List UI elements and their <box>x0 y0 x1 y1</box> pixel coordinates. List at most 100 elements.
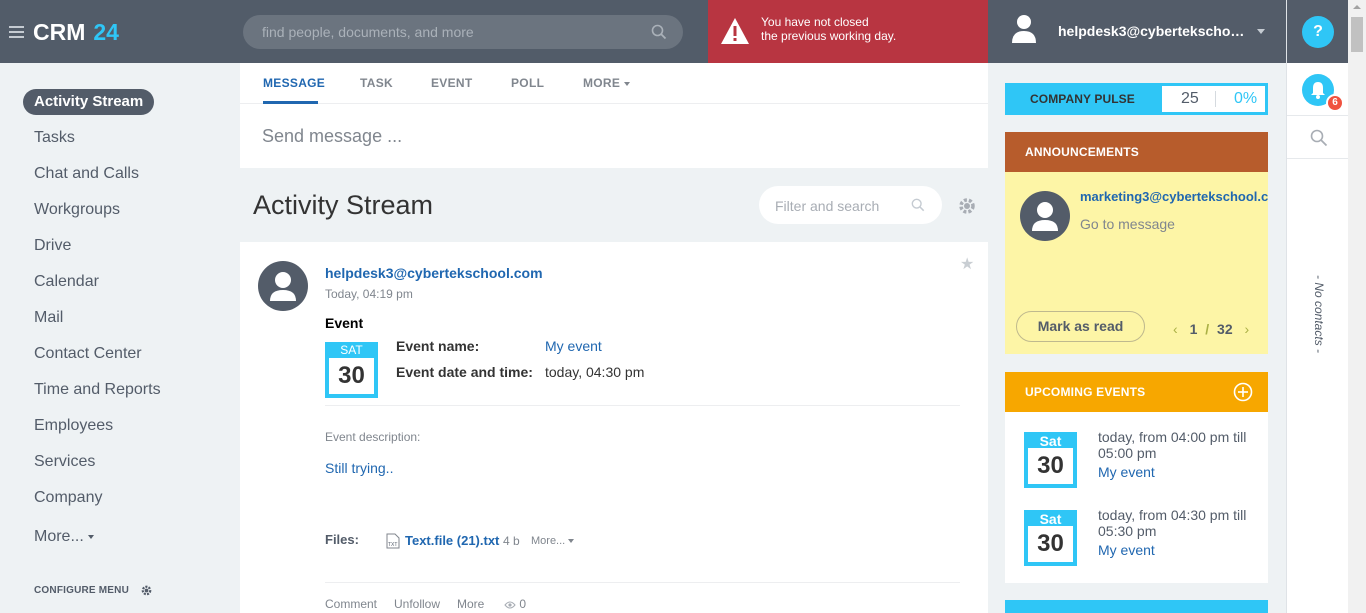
pager-total: 32 <box>1217 321 1233 337</box>
configure-menu-button[interactable]: CONFIGURE MENU <box>34 584 153 597</box>
event-link[interactable]: My event <box>1098 542 1155 558</box>
calendar-date: 30 <box>329 358 374 394</box>
chevron-left-icon[interactable]: ‹ <box>1173 321 1178 337</box>
star-icon[interactable]: ★ <box>960 254 974 274</box>
pulse-count: 25 <box>1181 90 1199 107</box>
nav-item-time-and-reports[interactable]: Time and Reports <box>34 381 161 399</box>
nav-item-calendar[interactable]: Calendar <box>34 273 99 291</box>
pulse-percent: 0% <box>1234 90 1258 107</box>
calendar-date: 30 <box>1028 526 1073 562</box>
page-scrollbar[interactable] <box>1348 0 1366 613</box>
announcement-pager: ‹ 1 / 32 › <box>1173 321 1249 337</box>
event-time: today, from 04:00 pm till 05:00 pm <box>1098 429 1247 461</box>
event-name-label: Event name: <box>396 338 480 354</box>
filter-placeholder: Filter and search <box>775 198 880 214</box>
unfollow-button[interactable]: Unfollow <box>394 597 440 611</box>
nav-item-contact-center[interactable]: Contact Center <box>34 345 142 363</box>
post-composer: MESSAGE TASK EVENT POLL MORE Send messag… <box>240 63 988 168</box>
global-search-input[interactable]: find people, documents, and more <box>243 15 683 49</box>
event-link[interactable]: My event <box>1098 464 1155 480</box>
divider <box>1287 115 1349 116</box>
avatar[interactable] <box>258 261 308 311</box>
event-calendar-icon: Sat 30 <box>1024 510 1077 566</box>
filter-search-input[interactable]: Filter and search <box>759 186 942 224</box>
search-placeholder: find people, documents, and more <box>262 24 474 40</box>
event-description-label: Event description: <box>325 430 421 444</box>
views-counter: 0 <box>504 597 526 611</box>
tab-event[interactable]: EVENT <box>431 76 473 90</box>
mark-as-read-button[interactable]: Mark as read <box>1016 311 1145 342</box>
logo[interactable]: CRM 24 <box>33 19 119 46</box>
announcements-header: ANNOUNCEMENTS <box>1005 132 1268 172</box>
left-navigation: Activity Stream Tasks Chat and Calls Wor… <box>0 63 240 613</box>
go-to-message-link[interactable]: Go to message <box>1080 216 1175 232</box>
event-calendar-icon: SAT 30 <box>325 342 378 398</box>
company-pulse-widget[interactable]: COMPANY PULSE 25 0% <box>1005 83 1268 115</box>
event-name-link[interactable]: My event <box>545 338 602 354</box>
chevron-down-icon <box>568 539 575 544</box>
nav-item-employees[interactable]: Employees <box>34 417 113 435</box>
pager-separator: / <box>1205 321 1210 337</box>
search-icon[interactable] <box>911 198 925 212</box>
nav-item-chat-and-calls[interactable]: Chat and Calls <box>34 165 139 183</box>
warning-text-line2: the previous working day. <box>761 29 897 43</box>
add-event-icon[interactable] <box>1233 382 1253 402</box>
avatar[interactable] <box>1020 191 1070 241</box>
bell-icon <box>1311 82 1325 99</box>
nav-item-tasks[interactable]: Tasks <box>34 129 75 147</box>
nav-item-workgroups[interactable]: Workgroups <box>34 201 120 219</box>
send-message-input[interactable]: Send message ... <box>262 126 402 147</box>
menu-icon[interactable] <box>9 26 24 38</box>
tab-poll[interactable]: POLL <box>511 76 544 90</box>
user-avatar-icon <box>1032 202 1058 231</box>
files-label: Files: <box>325 532 359 547</box>
post-author-link[interactable]: helpdesk3@cybertekschool.com <box>325 265 543 281</box>
tab-task[interactable]: TASK <box>360 76 393 90</box>
user-name: helpdesk3@cybertekschool.com <box>1058 23 1246 39</box>
nav-item-company[interactable]: Company <box>34 489 102 507</box>
chevron-right-icon[interactable]: › <box>1245 321 1250 337</box>
event-date-label: Event date and time: <box>396 364 533 380</box>
text-file-icon: TXT <box>386 533 400 549</box>
file-more-button[interactable]: More... <box>531 535 575 547</box>
chevron-down-icon <box>87 534 94 539</box>
notification-count-badge: 6 <box>1326 94 1344 112</box>
workday-warning[interactable]: You have not closed the previous working… <box>708 0 988 63</box>
gear-icon[interactable] <box>957 196 977 216</box>
chevron-down-icon[interactable] <box>1257 29 1265 34</box>
company-pulse-values: 25 0% <box>1162 86 1265 112</box>
company-pulse-label: COMPANY PULSE <box>1030 92 1135 106</box>
tab-more[interactable]: MORE <box>583 76 631 90</box>
warning-text-line1: You have not closed <box>761 15 869 29</box>
user-avatar-icon <box>1012 15 1036 43</box>
scrollbar-thumb[interactable] <box>1351 17 1363 52</box>
search-icon[interactable] <box>1310 129 1328 147</box>
post-timestamp[interactable]: Today, 04:19 pm <box>325 287 413 301</box>
activity-post: helpdesk3@cybertekschool.com Today, 04:1… <box>240 242 988 613</box>
file-link[interactable]: Text.file (21).txt <box>405 533 499 548</box>
help-button[interactable]: ? <box>1302 16 1334 48</box>
calendar-day: Sat <box>1039 433 1062 449</box>
svg-text:TXT: TXT <box>388 542 397 548</box>
search-icon[interactable] <box>651 24 667 40</box>
next-widget-header <box>1005 600 1268 613</box>
event-date-value: today, 04:30 pm <box>545 364 645 380</box>
nav-item-activity-stream[interactable]: Activity Stream <box>23 89 155 115</box>
nav-item-more[interactable]: More... <box>34 528 94 546</box>
no-contacts-label: - No contacts - <box>1312 275 1326 354</box>
nav-item-drive[interactable]: Drive <box>34 237 71 255</box>
scroll-up-arrow-icon[interactable] <box>1353 5 1361 9</box>
file-size: 4 b <box>503 534 520 548</box>
right-sidebar-top: ? <box>1287 0 1349 63</box>
user-menu[interactable]: helpdesk3@cybertekschool.com <box>988 0 1286 63</box>
divider <box>1215 91 1216 107</box>
nav-item-services[interactable]: Services <box>34 453 95 471</box>
notifications-button[interactable]: 6 <box>1302 74 1344 112</box>
right-sidebar: ? 6 - No contacts - <box>1286 0 1349 613</box>
tab-message[interactable]: MESSAGE <box>263 76 325 90</box>
post-more-button[interactable]: More <box>457 597 484 611</box>
gear-icon <box>141 585 152 596</box>
comment-button[interactable]: Comment <box>325 597 377 611</box>
announcement-author-link[interactable]: marketing3@cybertekschool.com <box>1080 189 1268 204</box>
nav-item-mail[interactable]: Mail <box>34 309 63 327</box>
